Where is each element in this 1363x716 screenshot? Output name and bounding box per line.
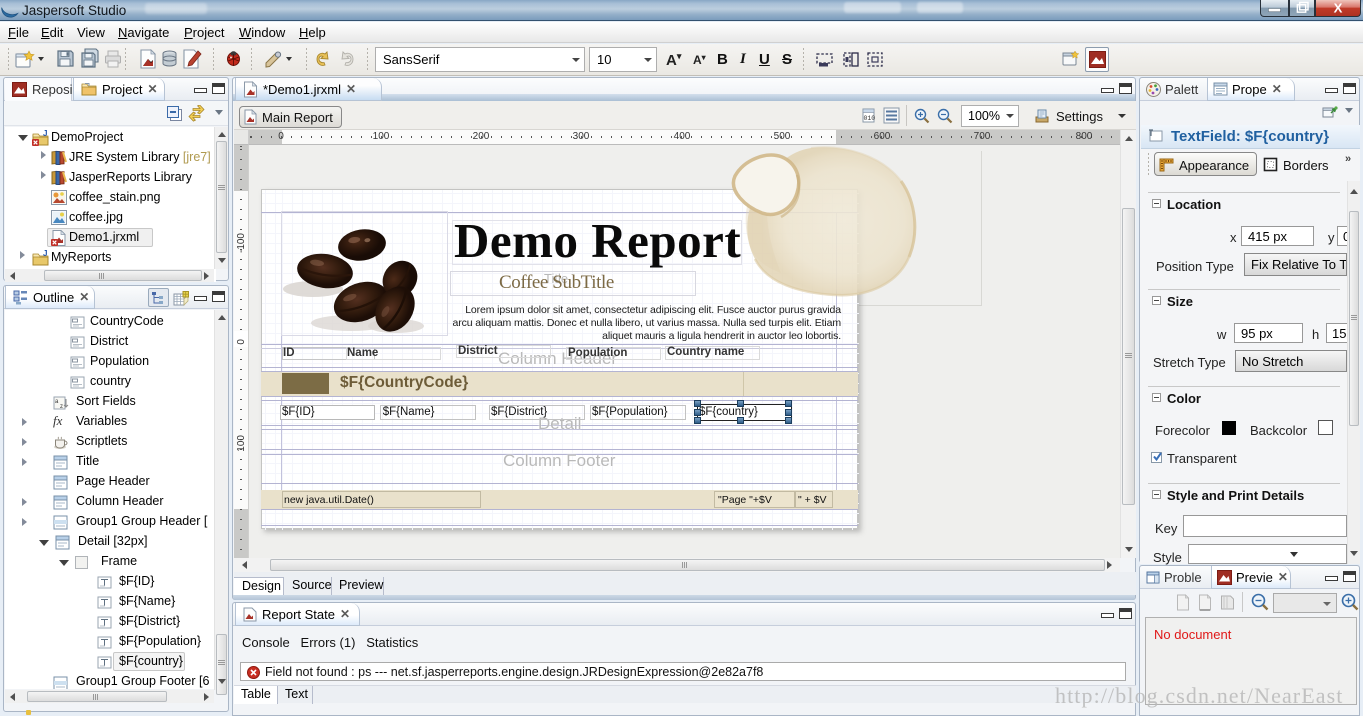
svg-text:010: 010: [864, 115, 876, 122]
svg-text:z: z: [60, 404, 63, 410]
svg-text:J: J: [43, 130, 47, 138]
svg-text:J: J: [43, 250, 47, 258]
svg-text:X: X: [1334, 1, 1343, 16]
